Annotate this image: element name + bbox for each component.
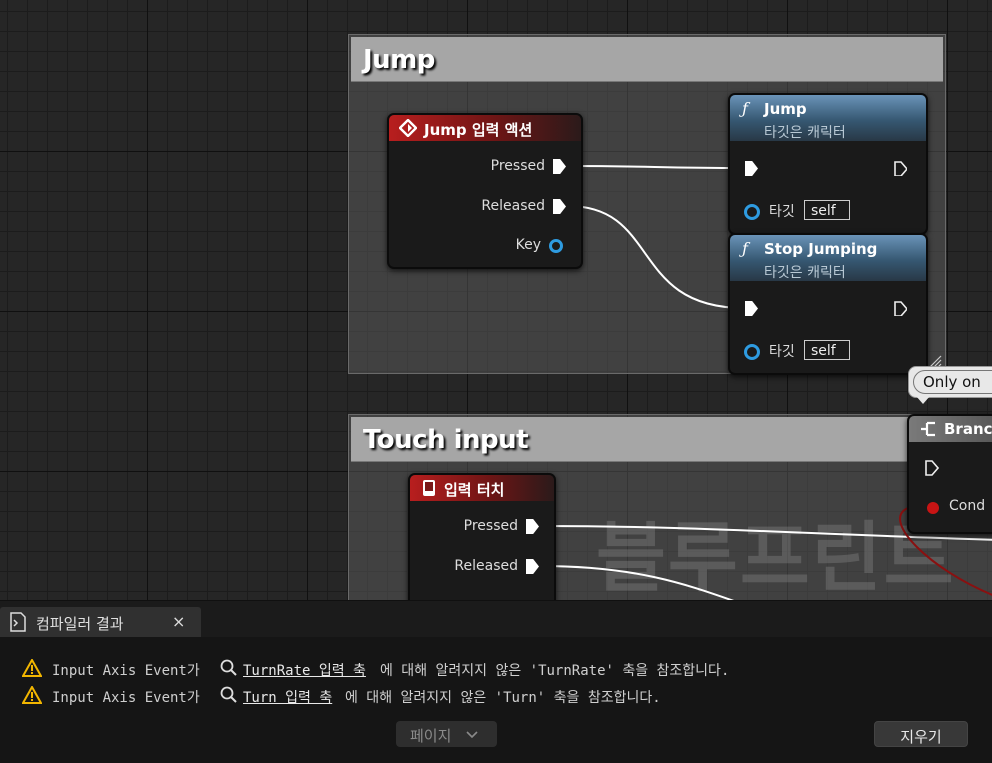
- pin-label-pressed: Pressed: [490, 158, 545, 174]
- bubble-text: Only on: [923, 373, 981, 391]
- exec-pin-in-icon[interactable]: [925, 460, 939, 476]
- node-header[interactable]: Branc: [909, 416, 992, 442]
- page-dropdown-button[interactable]: 페이지: [396, 721, 497, 747]
- message-link[interactable]: Turn 입력 축: [243, 687, 332, 707]
- message-prefix: Input Axis Event가: [52, 690, 200, 706]
- exec-pin-icon[interactable]: [553, 199, 566, 214]
- pin-label-key: Key: [515, 237, 541, 253]
- wire-released-to-stop: [567, 205, 745, 309]
- exec-pin-icon[interactable]: [745, 301, 758, 316]
- target-label: 타깃: [769, 344, 795, 360]
- page-button-label: 페이지: [410, 727, 452, 745]
- node-title: Stop Jumping: [764, 240, 878, 258]
- close-icon[interactable]: ×: [172, 612, 185, 631]
- function-icon: ƒ: [742, 99, 748, 118]
- clear-button[interactable]: 지우기: [874, 721, 968, 747]
- exec-pin-icon[interactable]: [526, 559, 539, 574]
- blueprint-graph[interactable]: Jump Touch input 블루프린트 Jump 입력 액션 Presse…: [0, 0, 992, 600]
- exec-pin-icon[interactable]: [553, 159, 566, 174]
- exec-pin-icon[interactable]: [526, 519, 539, 534]
- bubble-pointer: [916, 396, 930, 404]
- warning-icon: [22, 686, 42, 704]
- wire-touch-released: [539, 565, 735, 600]
- node-header[interactable]: ƒ Stop Jumping 타깃은 캐릭터: [730, 235, 926, 281]
- node-jump-input-action[interactable]: Jump 입력 액션 Pressed Released Key: [387, 113, 583, 269]
- warning-icon: [22, 659, 42, 677]
- message-suffix: 에 대해 알려지지 않은 'Turn' 축을 참조합니다.: [345, 690, 661, 706]
- node-title: Jump 입력 액션: [424, 121, 533, 139]
- tab-title: 컴파일러 결과: [36, 615, 124, 633]
- node-header[interactable]: Jump 입력 액션: [389, 115, 581, 141]
- node-title: Branc: [944, 420, 992, 438]
- node-header[interactable]: 입력 터치: [410, 475, 554, 501]
- message-suffix: 에 대해 알려지지 않은 'TurnRate' 축을 참조합니다.: [380, 663, 730, 679]
- exec-pin-icon[interactable]: [745, 161, 758, 176]
- exec-pin-out-icon[interactable]: [894, 301, 907, 316]
- target-self-field[interactable]: self: [804, 200, 850, 220]
- tab-compiler-results[interactable]: 컴파일러 결과 ×: [0, 607, 201, 637]
- target-pin-icon[interactable]: [744, 204, 760, 220]
- node-touch-input[interactable]: 입력 터치 Pressed Released: [408, 473, 556, 600]
- cond-label: Cond: [949, 498, 986, 514]
- node-title: 입력 터치: [444, 481, 505, 499]
- touch-phone-icon: [423, 480, 435, 496]
- target-pin-icon[interactable]: [744, 344, 760, 360]
- target-label: 타깃: [769, 204, 795, 220]
- message-prefix: Input Axis Event가: [52, 663, 200, 679]
- target-self-field[interactable]: self: [804, 340, 850, 360]
- function-icon: ƒ: [742, 239, 748, 258]
- pin-label-released: Released: [454, 558, 518, 574]
- search-icon: [220, 686, 237, 703]
- bool-pin-icon[interactable]: [927, 502, 939, 514]
- node-branch[interactable]: Branc Cond: [907, 414, 992, 534]
- event-diamond-icon: [399, 119, 417, 137]
- pin-label-released: Released: [481, 198, 545, 214]
- message-link[interactable]: TurnRate 입력 축: [243, 660, 366, 680]
- clear-button-label: 지우기: [900, 728, 942, 746]
- chevron-down-icon: [466, 731, 478, 739]
- search-icon: [220, 659, 237, 676]
- node-header[interactable]: ƒ Jump 타깃은 캐릭터: [730, 95, 926, 141]
- document-log-icon: [10, 612, 26, 632]
- node-subtitle: 타깃은 캐릭터: [764, 265, 846, 281]
- branch-icon: [921, 421, 935, 437]
- key-pin-icon[interactable]: [549, 239, 563, 253]
- pin-label-pressed: Pressed: [463, 518, 518, 534]
- exec-pin-out-icon[interactable]: [894, 161, 907, 176]
- comment-bubble[interactable]: Only on: [908, 366, 992, 398]
- wire-pressed-to-jump: [567, 165, 745, 169]
- node-jump-function[interactable]: ƒ Jump 타깃은 캐릭터 타깃 self: [728, 93, 928, 235]
- node-stop-jumping[interactable]: ƒ Stop Jumping 타깃은 캐릭터 타깃 self: [728, 233, 928, 375]
- node-subtitle: 타깃은 캐릭터: [764, 125, 846, 141]
- node-title: Jump: [764, 100, 807, 118]
